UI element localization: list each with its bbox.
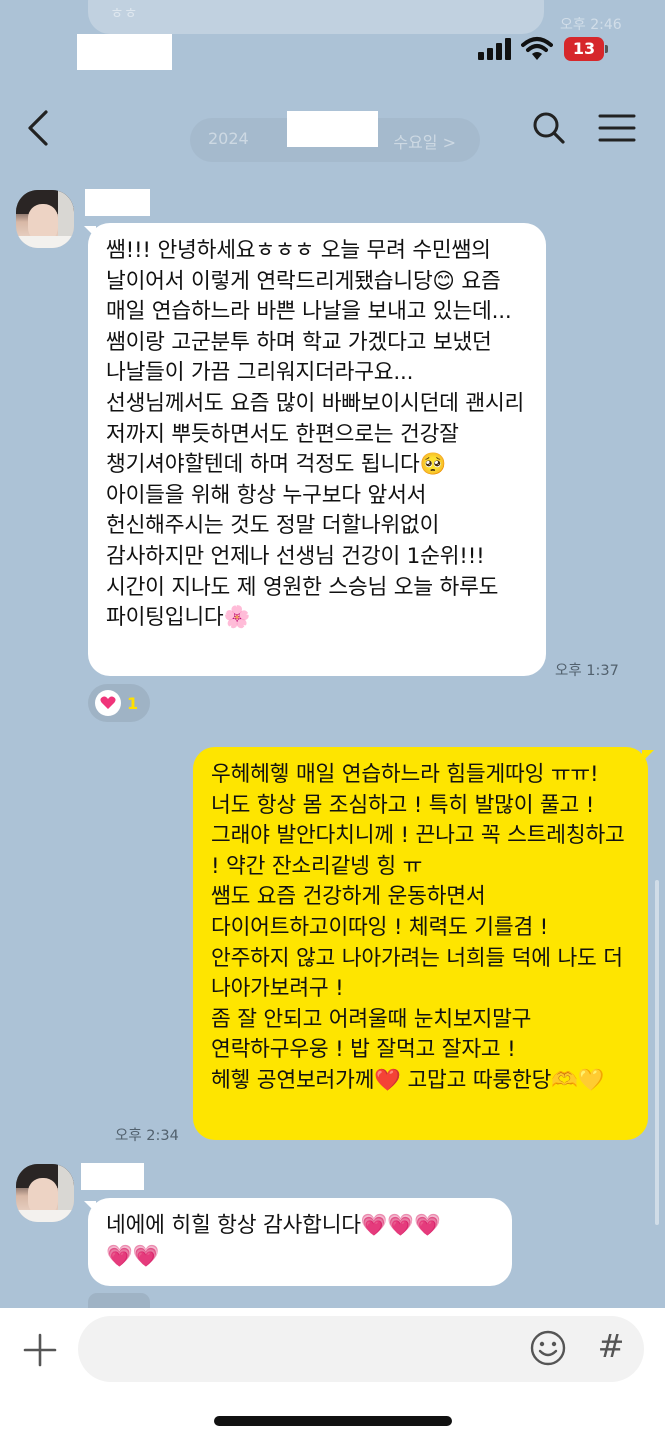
plus-icon[interactable] bbox=[22, 1332, 58, 1368]
menu-icon[interactable] bbox=[597, 110, 637, 146]
message-time: 오후 1:37 bbox=[555, 663, 619, 679]
redacted-chat-title bbox=[287, 111, 378, 147]
battery-indicator: 13 bbox=[564, 37, 604, 61]
status-bar: 13 bbox=[0, 0, 665, 100]
sender-avatar[interactable] bbox=[16, 1164, 74, 1222]
home-indicator bbox=[214, 1416, 452, 1426]
heart-icon bbox=[95, 690, 121, 716]
message-time: 오후 2:34 bbox=[115, 1128, 179, 1144]
redacted-sender-name bbox=[81, 1163, 144, 1190]
date-divider-right-text: 수요일 > bbox=[393, 133, 456, 152]
sender-avatar[interactable] bbox=[16, 190, 74, 248]
search-icon[interactable] bbox=[529, 108, 569, 148]
back-arrow-icon[interactable] bbox=[22, 108, 56, 148]
sent-message-bubble[interactable]: 우헤헤헿 매일 연습하느라 힘들게따잉 ㅠㅠ! 너도 항상 몸 조심하고 ! 특… bbox=[193, 747, 648, 1140]
battery-tip bbox=[605, 45, 608, 53]
redacted-clock bbox=[77, 34, 172, 70]
message-composer: # bbox=[0, 1308, 665, 1440]
received-message-bubble[interactable]: 네에에 히힐 항상 감사합니다💗💗💗 💗💗 bbox=[88, 1198, 512, 1286]
reaction-count: 1 bbox=[127, 693, 139, 713]
reaction-badge[interactable]: 1 bbox=[88, 684, 150, 722]
emoji-icon[interactable] bbox=[528, 1328, 568, 1368]
date-divider-left-text: 2024 bbox=[208, 129, 249, 148]
redacted-sender-name bbox=[85, 189, 150, 216]
scrollbar[interactable] bbox=[655, 880, 659, 1225]
cellular-signal-icon bbox=[478, 38, 512, 60]
wifi-icon bbox=[521, 37, 553, 60]
hash-icon[interactable]: # bbox=[596, 1324, 626, 1368]
received-message-bubble[interactable]: 쌤!!! 안녕하세요ㅎㅎㅎ 오늘 무려 수민쌤의 날이어서 이렇게 연락드리게됐… bbox=[88, 223, 546, 676]
